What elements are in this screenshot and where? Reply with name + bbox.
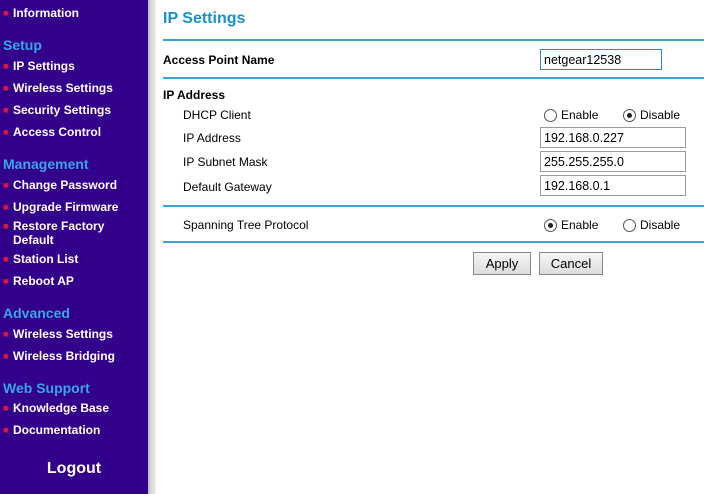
radio-label: Enable [561, 108, 599, 122]
sidebar-item-label: Information [13, 6, 79, 20]
bullet-icon: ■ [3, 329, 9, 339]
default-gateway-input[interactable] [540, 175, 686, 196]
bullet-icon: ■ [3, 254, 9, 264]
dhcp-disable-radio[interactable]: Disable [623, 108, 680, 122]
default-gateway-label: Default Gateway [183, 180, 272, 194]
bullet-icon: ■ [3, 105, 9, 115]
spanning-tree-enable-radio[interactable]: Enable [544, 218, 598, 232]
bullet-icon: ■ [3, 221, 9, 231]
apply-button[interactable]: Apply [473, 252, 531, 275]
radio-button-icon [623, 108, 636, 122]
bullet-icon: ■ [3, 276, 9, 286]
sidebar-divider [148, 0, 156, 494]
sidebar-item-restore-factory-default[interactable]: ■ Restore Factory Default [3, 219, 143, 247]
dhcp-client-label: DHCP Client [183, 108, 251, 122]
sidebar-item-label: Change Password [13, 178, 118, 192]
divider [163, 39, 704, 41]
bullet-icon: ■ [3, 403, 9, 413]
spanning-tree-protocol-label: Spanning Tree Protocol [183, 218, 309, 232]
sidebar-item-label: Access Control [13, 125, 102, 139]
divider [163, 205, 704, 207]
access-point-name-label: Access Point Name [163, 53, 275, 67]
sidebar-item-label: IP Settings [13, 59, 75, 73]
sidebar-item-label: Station List [13, 252, 79, 266]
sidebar-item-documentation[interactable]: ■ Documentation [3, 423, 143, 437]
ip-address-input[interactable] [540, 127, 686, 148]
spanning-tree-disable-radio[interactable]: Disable [623, 218, 680, 232]
ip-address-label: IP Address [183, 131, 241, 145]
bullet-icon: ■ [3, 83, 9, 93]
sidebar: ■ Information Setup ■ IP Settings ■ Wireles… [0, 0, 148, 494]
radio-label: Disable [640, 108, 681, 122]
page-title: IP Settings [163, 10, 246, 27]
access-point-name-input[interactable] [540, 49, 662, 70]
sidebar-item-change-password[interactable]: ■ Change Password [3, 178, 143, 192]
bullet-icon: ■ [3, 351, 9, 361]
bullet-icon: ■ [3, 61, 9, 71]
sidebar-item-wireless-bridging[interactable]: ■ Wireless Bridging [3, 349, 143, 363]
sidebar-item-label: Upgrade Firmware [13, 200, 119, 214]
sidebar-item-advanced-wireless-settings[interactable]: ■ Wireless Settings [3, 327, 143, 341]
sidebar-item-station-list[interactable]: ■ Station List [3, 252, 143, 266]
sidebar-section-management: Management [3, 156, 89, 172]
radio-button-icon [623, 218, 636, 232]
sidebar-item-label: Wireless Settings [13, 327, 113, 341]
bullet-icon: ■ [3, 8, 9, 18]
sidebar-item-access-control[interactable]: ■ Access Control [3, 125, 143, 139]
sidebar-item-label: Security Settings [13, 103, 112, 117]
dhcp-enable-radio[interactable]: Enable [544, 108, 598, 122]
sidebar-item-reboot-ap[interactable]: ■ Reboot AP [3, 274, 143, 288]
bullet-icon: ■ [3, 180, 9, 190]
bullet-icon: ■ [3, 202, 9, 212]
divider [163, 77, 704, 79]
sidebar-section-advanced: Advanced [3, 305, 70, 321]
sidebar-section-web-support: Web Support [3, 380, 90, 396]
cancel-button[interactable]: Cancel [539, 252, 603, 275]
logout-link[interactable]: Logout [0, 459, 148, 479]
sidebar-item-upgrade-firmware[interactable]: ■ Upgrade Firmware [3, 200, 143, 214]
sidebar-item-security-settings[interactable]: ■ Security Settings [3, 103, 143, 117]
sidebar-item-label: Wireless Bridging [13, 349, 115, 363]
sidebar-item-label: Knowledge Base [13, 401, 110, 415]
sidebar-item-label: Restore Factory Default [13, 219, 105, 247]
radio-label: Disable [640, 218, 681, 232]
ip-address-section-heading: IP Address [163, 88, 226, 102]
ip-subnet-mask-label: IP Subnet Mask [183, 155, 268, 169]
ip-subnet-mask-input[interactable] [540, 151, 686, 172]
sidebar-item-label: Reboot AP [13, 274, 74, 288]
radio-button-icon [544, 218, 557, 232]
sidebar-item-knowledge-base[interactable]: ■ Knowledge Base [3, 401, 143, 415]
divider [163, 241, 704, 243]
sidebar-item-information[interactable]: ■ Information [3, 6, 143, 20]
bullet-icon: ■ [3, 425, 9, 435]
bullet-icon: ■ [3, 127, 9, 137]
sidebar-item-wireless-settings[interactable]: ■ Wireless Settings [3, 81, 143, 95]
router-admin-page: ■ Information Setup ■ IP Settings ■ Wireles… [0, 0, 704, 494]
radio-button-icon [544, 108, 557, 122]
sidebar-section-setup: Setup [3, 37, 42, 53]
sidebar-item-ip-settings[interactable]: ■ IP Settings [3, 59, 143, 73]
radio-label: Enable [561, 218, 599, 232]
sidebar-item-label: Documentation [13, 423, 101, 437]
sidebar-item-label: Wireless Settings [13, 81, 113, 95]
